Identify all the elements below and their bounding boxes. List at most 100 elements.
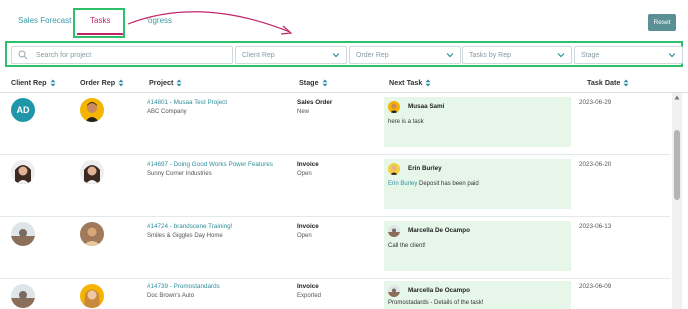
task-description: here is a task xyxy=(388,119,424,125)
chevron-down-icon xyxy=(332,53,340,58)
stage-dropdown[interactable]: Stage xyxy=(574,46,683,64)
task-description: Call the client! xyxy=(388,243,426,249)
task-assignee-name: Erin Burley xyxy=(408,165,442,172)
project-client: Doc Brown's Auto xyxy=(147,293,195,299)
task-text: Deposit has been paid xyxy=(417,181,479,187)
client-rep-avatar[interactable] xyxy=(11,284,35,308)
stage-status: Open xyxy=(297,233,312,239)
table-row[interactable]: #14697 - Doing Good Works Power Features… xyxy=(0,155,670,217)
search-input[interactable]: Search for project xyxy=(11,46,233,64)
order-rep-avatar[interactable] xyxy=(80,98,104,122)
task-text: here is a task xyxy=(388,119,424,125)
person-photo-icon xyxy=(388,285,400,297)
column-header-next-task[interactable]: Next Task xyxy=(389,78,431,87)
order-rep-avatar[interactable] xyxy=(80,222,104,246)
chevron-down-icon xyxy=(446,53,454,58)
stage-status: Exported xyxy=(297,293,322,299)
column-header-label: Order Rep xyxy=(80,78,116,87)
person-photo-icon xyxy=(80,98,104,122)
next-task-card[interactable]: Musaa Sami here is a task xyxy=(384,97,571,147)
tasks-by-rep-dropdown-label: Tasks by Rep xyxy=(469,51,512,59)
client-rep-avatar[interactable] xyxy=(11,222,35,246)
project-link[interactable]: #14697 - Doing Good Works Power Features xyxy=(147,161,273,168)
person-photo-icon xyxy=(80,222,104,246)
sort-icon xyxy=(118,79,124,86)
task-date: 2023-06-13 xyxy=(579,223,612,230)
task-assignee-avatar xyxy=(388,285,400,297)
task-mention[interactable]: Erin Burley xyxy=(388,181,417,187)
stage-status: New xyxy=(297,109,310,115)
person-photo-icon xyxy=(388,225,400,237)
stage-status: Open xyxy=(297,171,312,177)
client-rep-dropdown[interactable]: Client Rep xyxy=(235,46,347,64)
column-header-label: Next Task xyxy=(389,78,423,87)
reset-button[interactable]: Reset xyxy=(648,14,676,31)
task-date: 2023-06-29 xyxy=(579,99,612,106)
scroll-up-icon[interactable] xyxy=(674,95,680,100)
sort-icon xyxy=(176,79,182,86)
table-row[interactable]: #14724 - brandscene Training! Smiles & G… xyxy=(0,217,670,279)
column-header-project[interactable]: Project xyxy=(149,78,182,87)
client-rep-avatar[interactable] xyxy=(11,160,35,184)
person-photo-icon xyxy=(11,284,35,308)
search-icon xyxy=(18,50,28,60)
filter-bar: Search for project Client Rep Order Rep … xyxy=(5,41,683,67)
project-link[interactable]: #14724 - brandscene Training! xyxy=(147,223,232,230)
tab-sales-forecast[interactable]: Sales Forecast xyxy=(18,16,71,25)
task-assignee-name: Marcella De Ocampo xyxy=(408,227,470,234)
task-assignee-name: Musaa Sami xyxy=(408,103,445,110)
task-assignee-avatar xyxy=(388,225,400,237)
client-rep-avatar[interactable]: AD xyxy=(11,98,35,122)
search-placeholder: Search for project xyxy=(36,51,92,59)
stage-name: Invoice xyxy=(297,223,319,230)
task-description: Erin Burley Deposit has been paid xyxy=(388,181,479,187)
tasks-tab-highlight xyxy=(73,8,125,38)
stage-name: Sales Order xyxy=(297,99,333,106)
person-photo-icon xyxy=(11,160,35,184)
sort-icon xyxy=(425,79,431,86)
task-assignee-avatar xyxy=(388,101,400,113)
stage-dropdown-label: Stage xyxy=(581,51,600,59)
column-header-order-rep[interactable]: Order Rep xyxy=(80,78,124,87)
annotation-arrow-icon xyxy=(127,11,293,35)
task-text: Promostadards - Details of the task! xyxy=(388,300,484,306)
scrollbar-thumb[interactable] xyxy=(674,130,680,200)
project-client: ABC Company xyxy=(147,109,187,115)
stage-name: Invoice xyxy=(297,161,319,168)
order-rep-dropdown[interactable]: Order Rep xyxy=(349,46,461,64)
next-task-card[interactable]: Erin Burley Erin Burley Deposit has been… xyxy=(384,159,571,209)
task-text: Call the client! xyxy=(388,243,426,249)
next-task-card[interactable]: Marcella De Ocampo Promostadards - Detai… xyxy=(384,281,571,309)
order-rep-avatar[interactable] xyxy=(80,160,104,184)
task-date: 2023-06-09 xyxy=(579,283,612,290)
client-rep-dropdown-label: Client Rep xyxy=(242,51,275,59)
column-header-label: Client Rep xyxy=(11,78,47,87)
order-rep-avatar[interactable] xyxy=(80,284,104,308)
task-assignee-avatar xyxy=(388,163,400,175)
column-header-client-rep[interactable]: Client Rep xyxy=(11,78,56,87)
vertical-scrollbar[interactable] xyxy=(672,93,682,309)
sort-icon xyxy=(623,79,629,86)
project-link[interactable]: #14739 - Promostandards xyxy=(147,283,220,290)
task-assignee-name: Marcella De Ocampo xyxy=(408,287,470,294)
person-photo-icon xyxy=(388,101,400,113)
column-header-task-date[interactable]: Task Date xyxy=(587,78,629,87)
project-link[interactable]: #14801 - Musaa Test Project xyxy=(147,99,227,106)
stage-name: Invoice xyxy=(297,283,319,290)
column-header-label: Project xyxy=(149,78,174,87)
column-header-stage[interactable]: Stage xyxy=(299,78,328,87)
table-header: Client Rep Order Rep Project Stage Next … xyxy=(0,73,688,93)
task-date: 2023-06-20 xyxy=(579,161,612,168)
next-task-card[interactable]: Marcella De Ocampo Call the client! xyxy=(384,221,571,271)
tasks-by-rep-dropdown[interactable]: Tasks by Rep xyxy=(462,46,572,64)
table-row[interactable]: #14739 - Promostandards Doc Brown's Auto… xyxy=(0,279,670,309)
person-photo-icon xyxy=(80,160,104,184)
sort-icon xyxy=(322,79,328,86)
sort-icon xyxy=(50,79,56,86)
task-description: Promostadards - Details of the task! xyxy=(388,300,483,306)
project-client: Sunny Corner Industries xyxy=(147,171,212,177)
chevron-down-icon xyxy=(668,53,676,58)
column-header-label: Stage xyxy=(299,78,319,87)
table-row[interactable]: AD #14801 - Musaa Test Project ABC Compa… xyxy=(0,93,670,155)
project-client: Smiles & Giggles Day Home xyxy=(147,233,223,239)
